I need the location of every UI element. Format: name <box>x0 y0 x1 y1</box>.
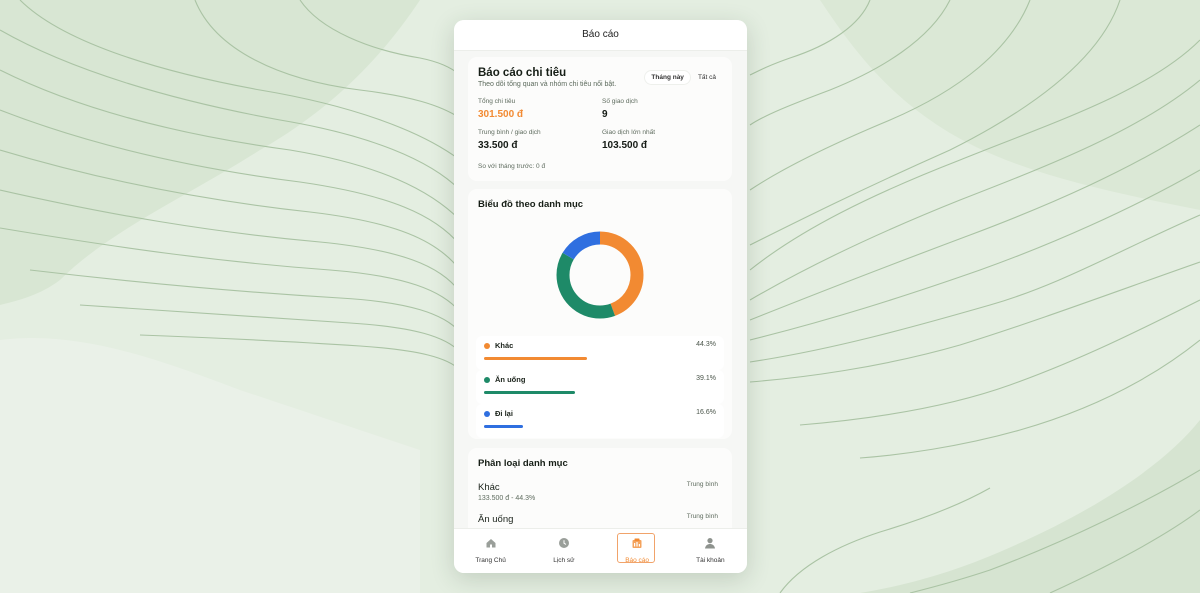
stat-average-label: Trung bình / giao dịch <box>478 129 541 136</box>
filter-all[interactable]: Tất cả <box>692 71 722 84</box>
legend-percent: 44.3% <box>696 341 716 348</box>
legend-label: Khác <box>495 341 514 350</box>
chart-legend: Khác 44.3% Ăn uống 39.1% Đi lại 16.6% <box>476 336 724 438</box>
stat-total-label: Tổng chi tiêu <box>478 98 516 105</box>
category-row[interactable]: Ăn uống Trung bình <box>478 509 722 527</box>
legend-bar <box>484 357 587 360</box>
clock-icon <box>558 538 569 548</box>
summary-card: Báo cáo chi tiêu Theo dõi tổng quan và n… <box>468 57 732 181</box>
breakdown-title: Phân loại danh mục <box>478 458 568 469</box>
category-row[interactable]: Khác Trung bình <box>478 477 722 495</box>
nav-report-label: Báo cáo <box>625 557 650 564</box>
legend-label: Ăn uống <box>495 375 526 384</box>
user-icon <box>705 538 716 549</box>
nav-home[interactable]: Trang Chủ <box>454 529 527 573</box>
category-name: Ăn uống <box>478 514 514 525</box>
stat-average-value: 33.500 đ <box>478 140 518 151</box>
legend-row-khac: Khác 44.3% <box>476 336 724 370</box>
nav-account[interactable]: Tài khoản <box>674 529 747 573</box>
stat-max-value: 103.500 đ <box>602 140 648 151</box>
nav-report[interactable]: Báo cáo <box>601 529 674 573</box>
donut-chart <box>556 231 644 319</box>
stat-max-label: Giao dịch lớn nhất <box>602 129 656 136</box>
nav-history-label: Lịch sử <box>553 557 575 564</box>
report-icon <box>632 538 642 548</box>
stat-max: Giao dịch lớn nhất 103.500 đ <box>602 129 722 151</box>
stat-total-value: 301.500 đ <box>478 109 524 120</box>
compare-previous-month: So với tháng trước: 0 đ <box>478 163 546 170</box>
bottom-nav: Trang Chủ Lịch sử Báo cáo Tài khoản <box>454 528 747 573</box>
legend-row-di-lai: Đi lại 16.6% <box>476 404 724 438</box>
chart-title: Biểu đồ theo danh mục <box>478 199 584 210</box>
nav-account-label: Tài khoản <box>696 557 725 564</box>
stat-count-label: Số giao dịch <box>602 98 638 105</box>
app-window: Báo cáo Báo cáo chi tiêu Theo dõi tổng q… <box>454 20 747 573</box>
legend-dot <box>484 343 490 349</box>
category-level: Trung bình <box>686 481 718 488</box>
filter-this-month[interactable]: Tháng này <box>645 71 690 84</box>
category-level: Trung bình <box>686 513 718 520</box>
nav-history[interactable]: Lịch sử <box>527 529 600 573</box>
legend-row-an-uong: Ăn uống 39.1% <box>476 370 724 404</box>
page-title: Báo cáo <box>454 20 747 51</box>
category-breakdown-card: Phân loại danh mục Khác Trung bình 133.5… <box>468 448 732 529</box>
legend-dot <box>484 377 490 383</box>
legend-bar <box>484 425 523 428</box>
period-filter: Tháng này Tất cả <box>645 71 722 84</box>
stat-count-value: 9 <box>602 109 608 120</box>
stat-average: Trung bình / giao dịch 33.500 đ <box>478 129 598 151</box>
category-name: Khác <box>478 482 500 493</box>
stat-count: Số giao dịch 9 <box>602 98 722 120</box>
content-scroll[interactable]: Báo cáo chi tiêu Theo dõi tổng quan và n… <box>454 51 747 529</box>
nav-home-label: Trang Chủ <box>475 557 506 564</box>
home-icon <box>486 539 496 548</box>
legend-label: Đi lại <box>495 409 513 418</box>
legend-percent: 39.1% <box>696 375 716 382</box>
stat-total: Tổng chi tiêu 301.500 đ <box>478 98 598 120</box>
legend-dot <box>484 411 490 417</box>
legend-percent: 16.6% <box>696 409 716 416</box>
category-chart-card: Biểu đồ theo danh mục Khác 44.3% Ăn uống… <box>468 189 732 439</box>
legend-bar <box>484 391 575 394</box>
category-detail: 133.500 đ - 44.3% <box>478 495 536 502</box>
